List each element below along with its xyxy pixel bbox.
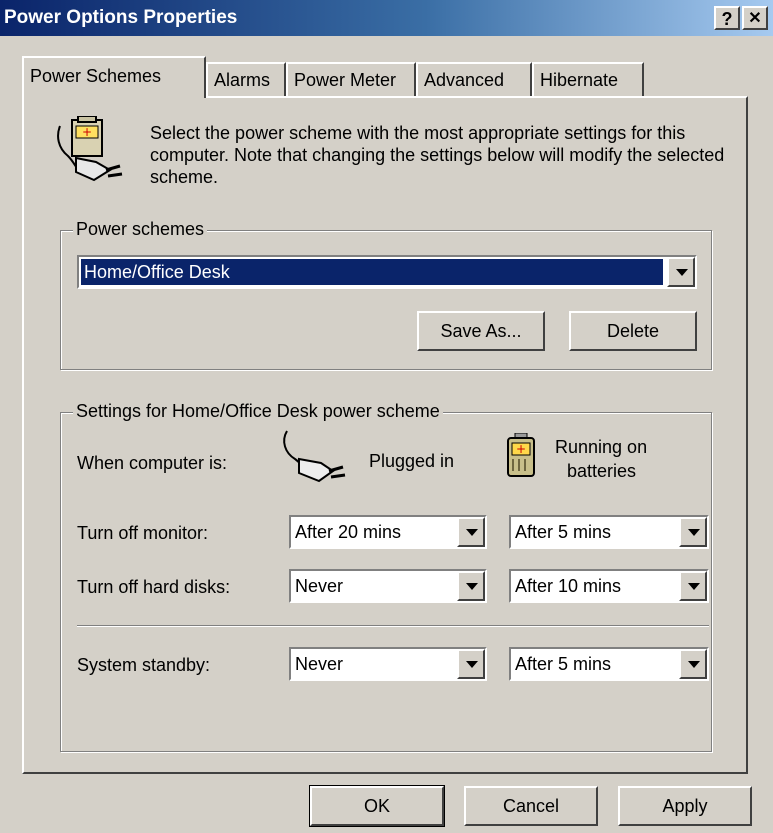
running-on-label: Running on — [555, 437, 648, 457]
cancel-button[interactable]: Cancel — [464, 786, 598, 826]
power-schemes-panel: + Select the power scheme with the most … — [22, 96, 748, 774]
tab-advanced[interactable]: Advanced — [416, 62, 532, 96]
chevron-down-icon[interactable] — [457, 517, 485, 547]
monitor-battery-select[interactable]: After 5 mins — [509, 515, 709, 549]
tab-power-schemes[interactable]: Power Schemes — [22, 56, 206, 98]
settings-group: Settings for Home/Office Desk power sche… — [60, 401, 712, 752]
power-schemes-group: Power schemes Home/Office Desk Save As..… — [60, 219, 712, 370]
close-button[interactable]: ✕ — [742, 6, 768, 30]
system-standby-label: System standby: — [77, 655, 211, 675]
svg-text:+: + — [82, 125, 92, 139]
delete-button[interactable]: Delete — [569, 311, 697, 351]
when-computer-label: When computer is: — [77, 453, 228, 473]
close-icon: ✕ — [748, 10, 762, 27]
chevron-down-icon[interactable] — [679, 649, 707, 679]
svg-text:+: + — [516, 442, 526, 456]
monitor-plugged-select[interactable]: After 20 mins — [289, 515, 487, 549]
standby-plugged-select[interactable]: Never — [289, 647, 487, 681]
chevron-down-icon[interactable] — [457, 649, 485, 679]
help-button[interactable]: ? — [714, 6, 740, 30]
tab-alarms[interactable]: Alarms — [206, 62, 286, 96]
ok-button[interactable]: OK — [309, 785, 445, 827]
settings-legend: Settings for Home/Office Desk power sche… — [73, 401, 443, 422]
power-scheme-value: Home/Office Desk — [81, 259, 663, 285]
chevron-down-icon[interactable] — [667, 257, 695, 287]
window-title: Power Options Properties — [4, 7, 238, 28]
save-as-button[interactable]: Save As... — [417, 311, 545, 351]
power-scheme-select[interactable]: Home/Office Desk — [77, 255, 697, 289]
battery-icon: + — [507, 433, 535, 477]
batteries-label: batteries — [567, 461, 637, 481]
tab-hibernate[interactable]: Hibernate — [532, 62, 644, 96]
chevron-down-icon[interactable] — [679, 571, 707, 601]
turn-off-monitor-label: Turn off monitor: — [77, 523, 209, 543]
power-plug-battery-icon: + — [57, 116, 123, 182]
hard-disks-battery-select[interactable]: After 10 mins — [509, 569, 709, 603]
tab-power-meter[interactable]: Power Meter — [286, 62, 416, 96]
chevron-down-icon[interactable] — [457, 571, 485, 601]
power-schemes-legend: Power schemes — [73, 219, 208, 240]
title-bar[interactable]: Power Options Properties ? ✕ — [0, 0, 773, 36]
settings-divider — [77, 625, 709, 627]
turn-off-hard-disks-label: Turn off hard disks: — [77, 577, 231, 597]
apply-button[interactable]: Apply — [618, 786, 752, 826]
standby-battery-select[interactable]: After 5 mins — [509, 647, 709, 681]
help-icon: ? — [721, 9, 733, 29]
chevron-down-icon[interactable] — [679, 517, 707, 547]
plug-icon — [283, 430, 346, 483]
plugged-in-label: Plugged in — [369, 451, 455, 471]
hard-disks-plugged-select[interactable]: Never — [289, 569, 487, 603]
intro-text: Select the power scheme with the most ap… — [150, 123, 725, 187]
